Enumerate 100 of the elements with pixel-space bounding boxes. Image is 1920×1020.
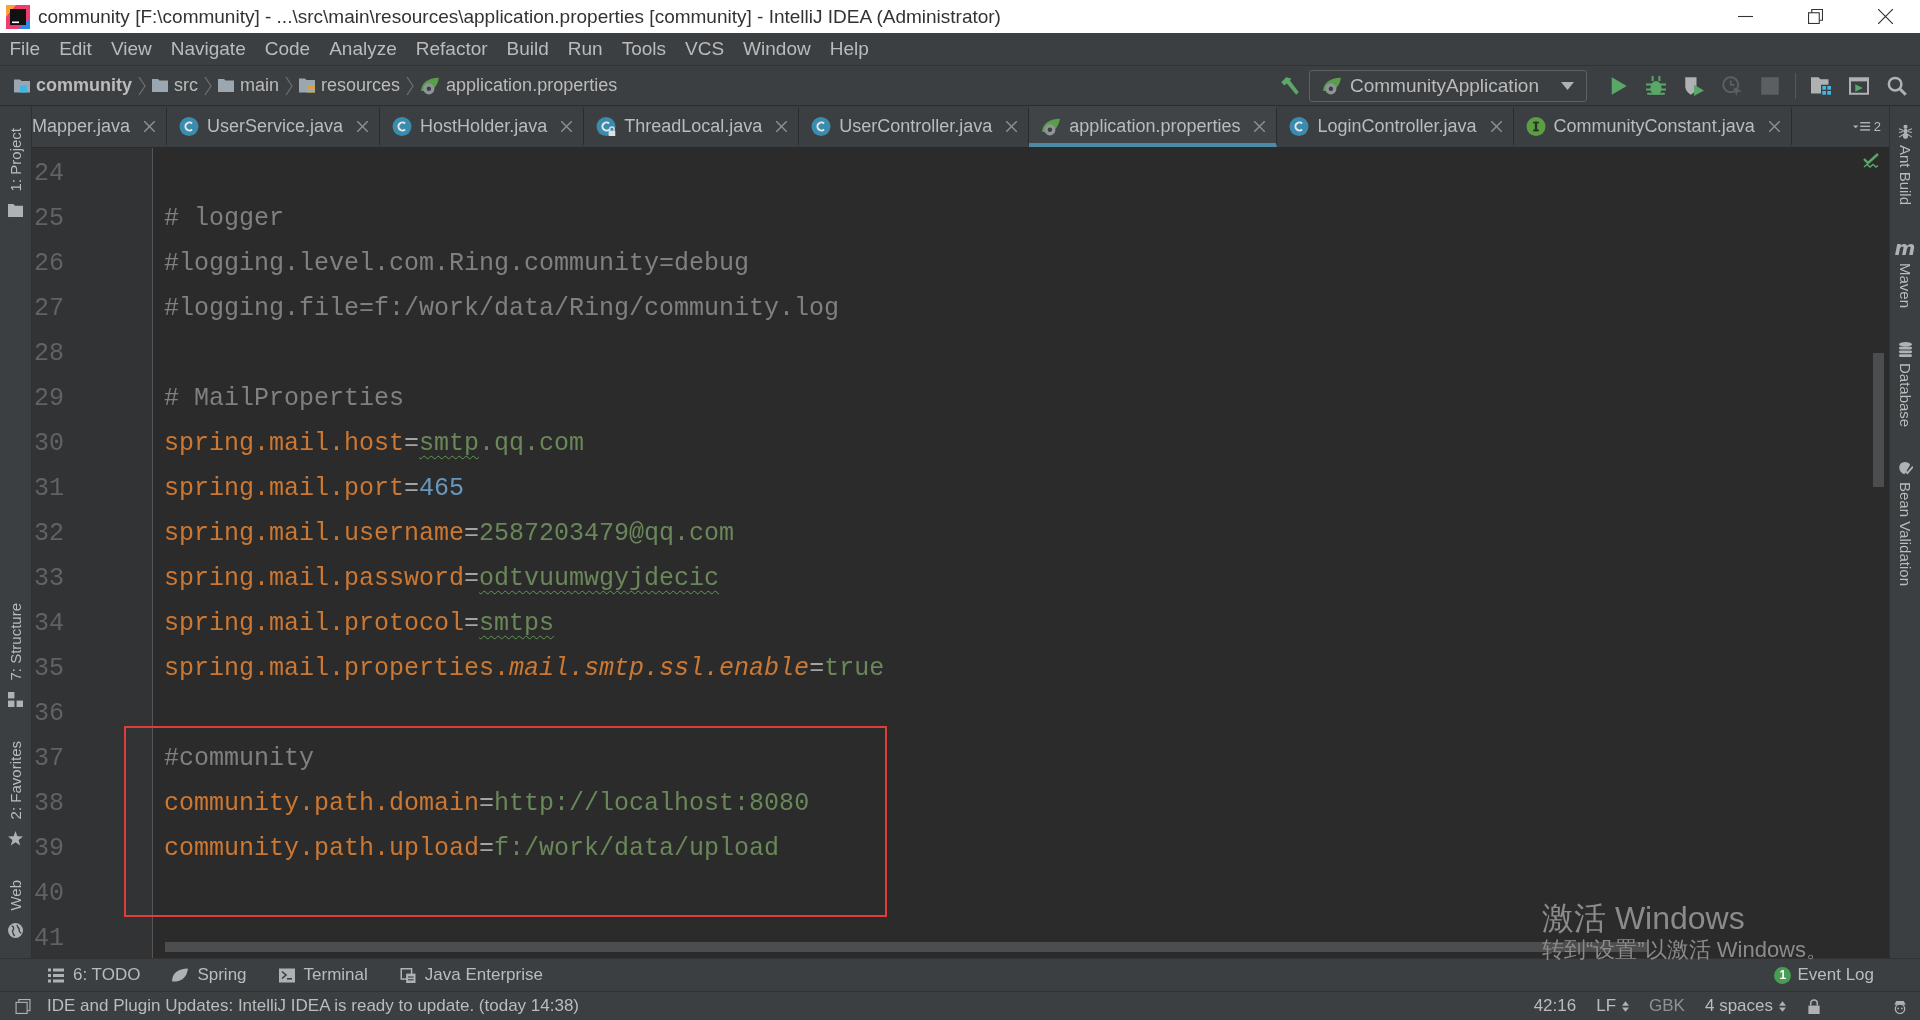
editor-tab[interactable]: UserController.java bbox=[799, 106, 1030, 147]
breadcrumb-item[interactable]: application.properties bbox=[420, 75, 618, 96]
window-title: community [F:\community] - ...\src\main\resources\application.properties [community] - IntelliJ IDEA (Administrator) bbox=[38, 5, 1001, 28]
tool-window-button[interactable]: 6: TODO bbox=[48, 965, 141, 985]
close-icon[interactable] bbox=[776, 121, 788, 132]
menu-item[interactable]: VCS bbox=[675, 38, 734, 60]
code-line: #community bbox=[164, 743, 315, 775]
code-line: community.path.upload=f:/work/data/upload bbox=[164, 833, 780, 865]
editor-tab[interactable]: LoginController.java bbox=[1277, 106, 1514, 147]
tool-window-tab[interactable]: m Maven bbox=[1894, 239, 1916, 309]
editor-tab[interactable]: CommunityConstant.java bbox=[1513, 106, 1792, 147]
menu-item[interactable]: Help bbox=[820, 38, 879, 60]
close-icon[interactable] bbox=[1254, 121, 1266, 132]
code-line: spring.mail.host=smtp.qq.com bbox=[164, 428, 585, 460]
overlapping-squares-icon[interactable] bbox=[15, 998, 31, 1014]
run-configuration-dropdown[interactable]: CommunityApplication bbox=[1308, 69, 1587, 102]
menu-item[interactable]: Navigate bbox=[161, 38, 256, 60]
close-icon[interactable] bbox=[1490, 121, 1502, 132]
editor-tab[interactable]: application.properties bbox=[1029, 106, 1278, 147]
ant-icon bbox=[1897, 124, 1913, 139]
event-log-button[interactable]: 1 Event Log bbox=[1774, 965, 1874, 985]
indent-widget[interactable]: 4 spaces bbox=[1704, 996, 1786, 1016]
breadcrumb-item[interactable]: resources bbox=[299, 75, 401, 96]
menu-item[interactable]: Window bbox=[733, 38, 821, 60]
close-icon[interactable] bbox=[144, 121, 156, 132]
leaf-gear-icon bbox=[420, 76, 441, 95]
locked-class-icon bbox=[596, 117, 617, 136]
check-icon bbox=[1863, 153, 1879, 169]
tool-window-tab[interactable]: 2: Favorites bbox=[7, 741, 24, 847]
code-line: spring.mail.protocol=smtps bbox=[164, 608, 555, 640]
letter-icon: m bbox=[1894, 239, 1916, 258]
editor-tab[interactable]: Mapper.java bbox=[32, 106, 168, 147]
star-icon bbox=[8, 831, 23, 847]
menu-item[interactable]: Refactor bbox=[406, 38, 498, 60]
menu-item[interactable]: Build bbox=[497, 38, 559, 60]
tool-window-tab[interactable]: 7: Structure bbox=[7, 602, 24, 708]
close-icon[interactable] bbox=[1768, 121, 1780, 132]
shield-play-icon bbox=[1684, 75, 1704, 96]
editor-tab[interactable]: HostHolder.java bbox=[380, 106, 585, 147]
menu-item[interactable]: Edit bbox=[49, 38, 102, 60]
code-line: #logging.level.com.Ring.community=debug bbox=[164, 248, 750, 280]
resources-folder-icon bbox=[299, 78, 316, 93]
clock-cursor-icon bbox=[1722, 75, 1742, 96]
restore-icon bbox=[1807, 9, 1823, 24]
chevron-icon bbox=[138, 75, 146, 96]
close-icon[interactable] bbox=[1006, 121, 1018, 132]
tool-window-button[interactable]: Terminal bbox=[278, 965, 368, 985]
activation-title: 激活 Windows bbox=[1542, 900, 1746, 937]
leaf-gear-icon bbox=[1041, 117, 1062, 136]
tab-overflow-button[interactable]: 2 bbox=[1844, 106, 1889, 147]
class-icon bbox=[811, 117, 832, 136]
tool-window-tab[interactable]: Web bbox=[7, 880, 24, 938]
interface-icon bbox=[1525, 117, 1546, 136]
menu-item[interactable]: Analyze bbox=[319, 38, 407, 60]
menu-item[interactable]: Code bbox=[255, 38, 320, 60]
tool-window-tab[interactable]: 1: Project bbox=[7, 128, 24, 219]
class-icon bbox=[1289, 117, 1310, 136]
tool-window-tab[interactable]: Ant Build bbox=[1896, 124, 1914, 206]
vertical-scrollbar[interactable] bbox=[1873, 353, 1884, 487]
encoding-widget[interactable]: GBK bbox=[1649, 996, 1685, 1016]
close-icon[interactable] bbox=[561, 121, 573, 132]
structure-icon bbox=[8, 692, 23, 708]
code-line: spring.mail.port=465 bbox=[164, 473, 465, 505]
close-icon bbox=[1877, 9, 1893, 24]
stop-icon bbox=[1760, 75, 1780, 96]
stacked-windows-icon bbox=[399, 967, 416, 983]
tool-window-tab[interactable]: Bean Validation bbox=[1896, 461, 1914, 587]
bean-check-icon bbox=[1897, 461, 1913, 477]
code-line: spring.mail.username=2587203479@qq.com bbox=[164, 518, 735, 550]
breadcrumb-item[interactable]: src bbox=[152, 75, 198, 96]
editor-tab[interactable]: UserService.java bbox=[167, 106, 381, 147]
chevron-icon bbox=[285, 75, 294, 96]
tool-window-tab[interactable]: Database bbox=[1896, 342, 1914, 428]
list-caret-icon bbox=[1852, 121, 1871, 132]
line-separator-widget[interactable]: LF bbox=[1596, 996, 1630, 1016]
breadcrumb-item[interactable]: community bbox=[14, 75, 132, 96]
code-line: #logging.file=f:/work/data/Ring/community.log bbox=[164, 293, 840, 325]
folder-icon bbox=[8, 203, 23, 219]
editor-tab[interactable]: ThreadLocal.java bbox=[584, 106, 800, 147]
menu-item[interactable]: File bbox=[0, 38, 50, 60]
tool-window-button[interactable]: Java Enterprise bbox=[399, 965, 543, 985]
lock-icon[interactable] bbox=[1806, 998, 1822, 1014]
folder-icon bbox=[218, 78, 234, 93]
module-folder-icon bbox=[14, 78, 30, 93]
menu-item[interactable]: View bbox=[101, 38, 162, 60]
leaf-icon bbox=[172, 967, 189, 983]
search-icon bbox=[1887, 75, 1907, 96]
chevron-icon bbox=[406, 75, 415, 96]
up-down-arrows-icon bbox=[1779, 1000, 1786, 1012]
face-with-hat-icon[interactable] bbox=[1892, 998, 1908, 1014]
database-icon bbox=[1897, 342, 1913, 358]
menu-item[interactable]: Run bbox=[558, 38, 613, 60]
menu-item[interactable]: Tools bbox=[612, 38, 676, 60]
list-icon bbox=[48, 967, 64, 983]
tool-window-button[interactable]: Spring bbox=[172, 965, 247, 985]
breadcrumb-item[interactable]: main bbox=[218, 75, 280, 96]
code-line: # MailProperties bbox=[164, 383, 405, 415]
code-line: # logger bbox=[164, 203, 285, 235]
caret-position[interactable]: 42:16 bbox=[1533, 996, 1577, 1016]
close-icon[interactable] bbox=[357, 121, 369, 132]
